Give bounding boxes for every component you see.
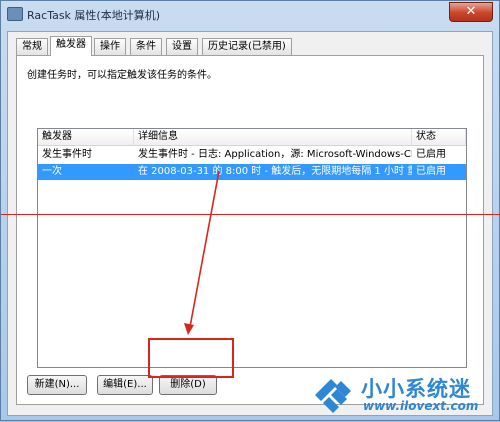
task-app-icon <box>7 7 23 21</box>
panel-description: 创建任务时，可以指定触发该任务的条件。 <box>27 70 217 81</box>
properties-window: RacTask 属性(本地计算机) ✕ 常规 触发器 操作 条件 设置 历史记录… <box>0 0 500 421</box>
new-button[interactable]: 新建(N)... <box>27 375 87 395</box>
watermark-url: www.ilovext.com <box>363 399 479 413</box>
site-watermark: 小小系统迷 www.ilovext.com <box>311 369 499 419</box>
dialog-client-area: 常规 触发器 操作 条件 设置 历史记录(已禁用) 创建任务时，可以指定触发该任… <box>7 31 493 416</box>
cell-trigger: 一次 <box>42 166 62 177</box>
column-header-status[interactable]: 状态 <box>412 129 466 145</box>
cell-trigger: 发生事件时 <box>42 149 92 160</box>
cell-status: 已启用 <box>416 149 446 160</box>
trigger-list[interactable]: 触发器 详细信息 状态 发生事件时 发生事件时 - 日志: Applicatio… <box>37 128 467 368</box>
table-row[interactable]: 一次 在 2008-03-31 的 8:00 时 - 触发后，无限期地每隔 1 … <box>38 164 466 180</box>
tab-actions[interactable]: 操作 <box>94 38 126 55</box>
close-icon: ✕ <box>465 4 477 19</box>
annotation-highlight-box <box>148 338 234 378</box>
tab-triggers[interactable]: 触发器 <box>50 36 92 56</box>
edit-button[interactable]: 编辑(E)... <box>97 375 153 395</box>
column-header-trigger[interactable]: 触发器 <box>38 129 134 145</box>
delete-button[interactable]: 删除(D) <box>159 375 217 395</box>
cell-status: 已启用 <box>416 166 446 177</box>
triggers-panel: 创建任务时，可以指定触发该任务的条件。 触发器 详细信息 状态 发生事件时 发生… <box>16 55 484 405</box>
tab-conditions[interactable]: 条件 <box>130 38 162 55</box>
title-bar[interactable]: RacTask 属性(本地计算机) ✕ <box>1 1 499 27</box>
window-title: RacTask 属性(本地计算机) <box>27 9 161 22</box>
column-header-details[interactable]: 详细信息 <box>134 129 412 145</box>
cell-details: 在 2008-03-31 的 8:00 时 - 触发后，无限期地每隔 1 小时 … <box>138 166 412 177</box>
close-button[interactable]: ✕ <box>449 2 493 22</box>
tab-general[interactable]: 常规 <box>16 38 48 55</box>
annotation-red-line <box>1 214 500 215</box>
tab-history[interactable]: 历史记录(已禁用) <box>202 38 292 55</box>
table-row[interactable]: 发生事件时 发生事件时 - 日志: Application，源: Microso… <box>38 147 466 163</box>
list-header: 触发器 详细信息 状态 <box>38 129 466 146</box>
tab-settings[interactable]: 设置 <box>166 38 198 55</box>
windows-logo-icon <box>315 379 351 413</box>
cell-details: 发生事件时 - 日志: Application，源: Microsoft-Win… <box>138 149 412 160</box>
